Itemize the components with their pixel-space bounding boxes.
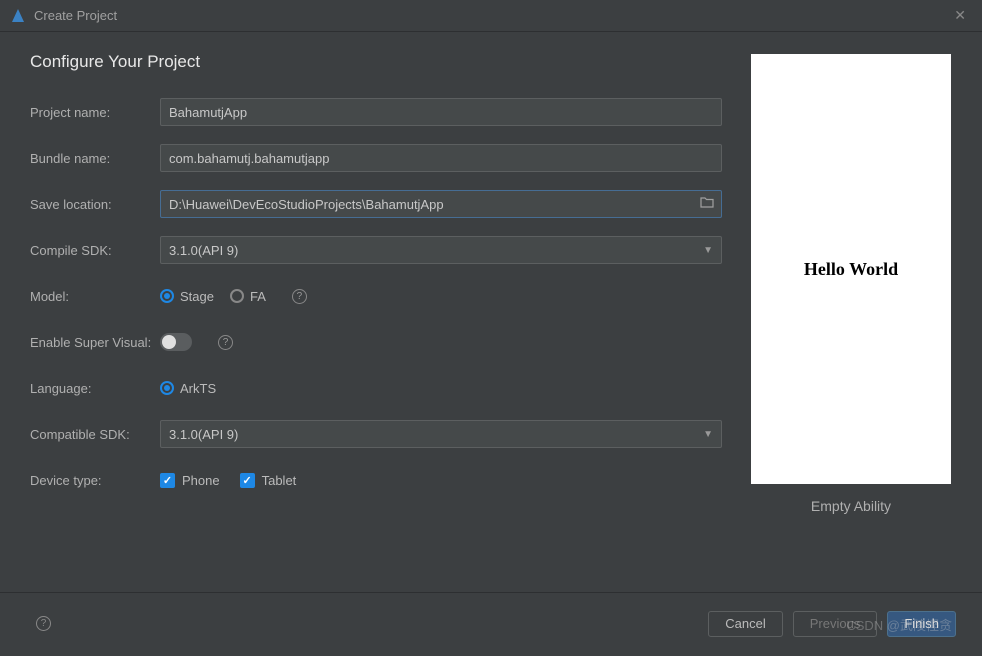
close-icon[interactable]: ✕ bbox=[948, 7, 972, 24]
compatible-sdk-select[interactable]: 3.1.0(API 9) ▼ bbox=[160, 420, 722, 448]
check-phone[interactable]: ✓ Phone bbox=[160, 473, 220, 488]
bundle-name-input[interactable] bbox=[160, 144, 722, 172]
chevron-down-icon: ▼ bbox=[703, 245, 713, 256]
help-icon[interactable]: ? bbox=[218, 335, 233, 350]
radio-stage-label: Stage bbox=[180, 289, 214, 304]
finish-button[interactable]: Finish bbox=[887, 611, 956, 637]
footer-help-icon[interactable]: ? bbox=[36, 616, 51, 631]
radio-off-icon bbox=[230, 289, 244, 303]
compatible-sdk-value: 3.1.0(API 9) bbox=[169, 427, 238, 442]
radio-stage[interactable]: Stage bbox=[160, 289, 214, 304]
checkbox-on-icon: ✓ bbox=[240, 473, 255, 488]
compile-sdk-select[interactable]: 3.1.0(API 9) ▼ bbox=[160, 236, 722, 264]
label-model: Model: bbox=[30, 289, 160, 304]
label-bundle-name: Bundle name: bbox=[30, 151, 160, 166]
radio-arkts[interactable]: ArkTS bbox=[160, 381, 216, 396]
help-icon[interactable]: ? bbox=[292, 289, 307, 304]
super-visual-toggle[interactable] bbox=[160, 333, 192, 351]
label-super-visual: Enable Super Visual: bbox=[30, 335, 160, 350]
row-bundle-name: Bundle name: bbox=[30, 144, 722, 172]
row-device-type: Device type: ✓ Phone ✓ Tablet bbox=[30, 466, 722, 494]
row-compatible-sdk: Compatible SDK: 3.1.0(API 9) ▼ bbox=[30, 420, 722, 448]
preview-frame: Hello World bbox=[751, 54, 951, 484]
cancel-button[interactable]: Cancel bbox=[708, 611, 782, 637]
preview-text: Hello World bbox=[804, 259, 898, 280]
save-location-input[interactable] bbox=[160, 190, 722, 218]
window-title: Create Project bbox=[34, 8, 948, 23]
check-phone-label: Phone bbox=[182, 473, 220, 488]
content-area: Configure Your Project Project name: Bun… bbox=[0, 32, 982, 592]
radio-arkts-label: ArkTS bbox=[180, 381, 216, 396]
title-bar: Create Project ✕ bbox=[0, 0, 982, 32]
check-tablet-label: Tablet bbox=[262, 473, 297, 488]
radio-on-icon bbox=[160, 289, 174, 303]
row-compile-sdk: Compile SDK: 3.1.0(API 9) ▼ bbox=[30, 236, 722, 264]
project-name-input[interactable] bbox=[160, 98, 722, 126]
compile-sdk-value: 3.1.0(API 9) bbox=[169, 243, 238, 258]
preview-caption: Empty Ability bbox=[811, 498, 891, 514]
label-language: Language: bbox=[30, 381, 160, 396]
form-panel: Configure Your Project Project name: Bun… bbox=[30, 52, 746, 582]
footer-bar: ? Cancel Previous Finish bbox=[0, 592, 982, 654]
radio-fa-label: FA bbox=[250, 289, 266, 304]
preview-panel: Hello World Empty Ability bbox=[746, 52, 956, 582]
checkbox-on-icon: ✓ bbox=[160, 473, 175, 488]
label-project-name: Project name: bbox=[30, 105, 160, 120]
app-icon bbox=[10, 8, 26, 24]
row-language: Language: ArkTS bbox=[30, 374, 722, 402]
previous-button[interactable]: Previous bbox=[793, 611, 878, 637]
browse-folder-icon[interactable] bbox=[700, 196, 714, 211]
radio-fa[interactable]: FA bbox=[230, 289, 266, 304]
row-save-location: Save location: bbox=[30, 190, 722, 218]
row-super-visual: Enable Super Visual: ? bbox=[30, 328, 722, 356]
label-compatible-sdk: Compatible SDK: bbox=[30, 427, 160, 442]
label-device-type: Device type: bbox=[30, 473, 160, 488]
row-model: Model: Stage FA ? bbox=[30, 282, 722, 310]
radio-on-icon bbox=[160, 381, 174, 395]
row-project-name: Project name: bbox=[30, 98, 722, 126]
page-heading: Configure Your Project bbox=[30, 52, 722, 72]
check-tablet[interactable]: ✓ Tablet bbox=[240, 473, 297, 488]
chevron-down-icon: ▼ bbox=[703, 429, 713, 440]
label-save-location: Save location: bbox=[30, 197, 160, 212]
label-compile-sdk: Compile SDK: bbox=[30, 243, 160, 258]
